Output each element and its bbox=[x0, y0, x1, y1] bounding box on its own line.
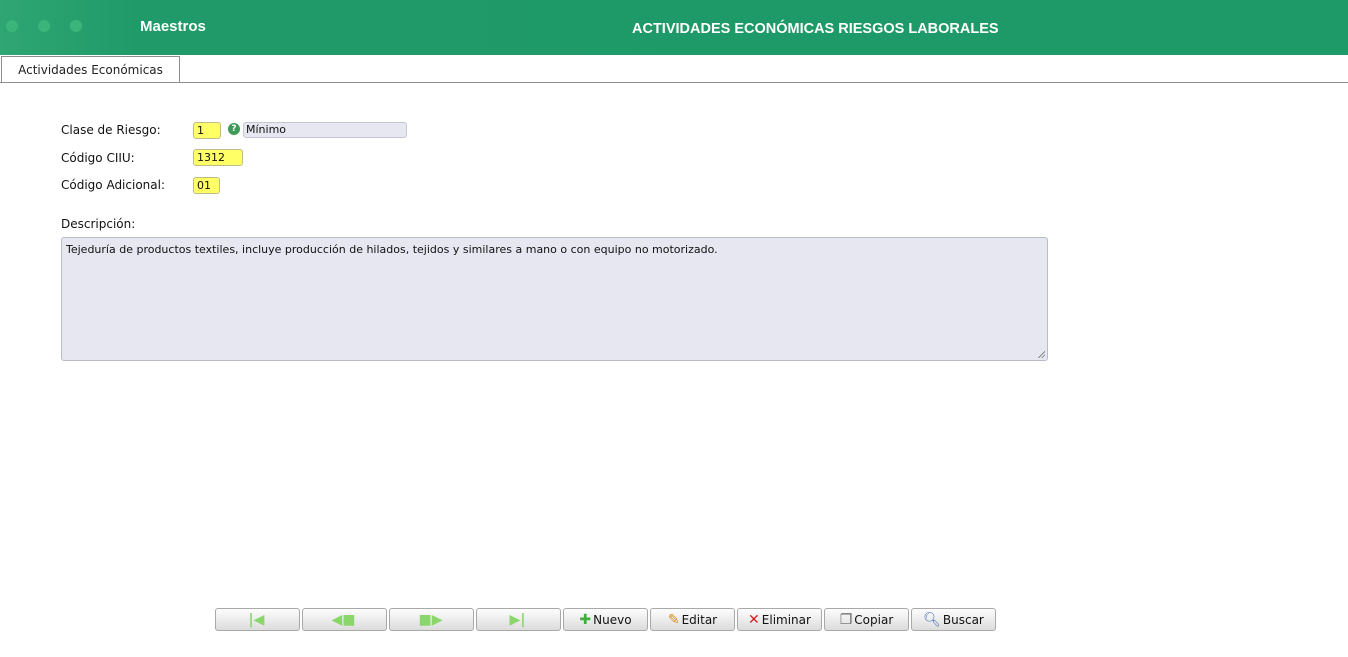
codigo-ciiu-input[interactable]: 1312 bbox=[193, 149, 243, 166]
module-title: Maestros bbox=[140, 18, 206, 35]
editar-label: Editar bbox=[681, 612, 718, 627]
help-icon[interactable]: ? bbox=[228, 123, 240, 135]
tab-divider bbox=[0, 82, 1348, 83]
descripcion-label: Descripción: bbox=[61, 217, 136, 231]
editar-button[interactable]: ✎ Editar bbox=[650, 608, 735, 631]
header-bar: Maestros ACTIVIDADES ECONÓMICAS RIESGOS … bbox=[0, 0, 1348, 55]
last-record-icon: ▶| bbox=[509, 611, 526, 628]
buscar-button[interactable]: 🔍︎ Buscar bbox=[911, 608, 996, 631]
previous-record-button[interactable]: ◀■ bbox=[302, 608, 387, 631]
nuevo-label: Nuevo bbox=[593, 612, 632, 627]
eliminar-label: Eliminar bbox=[761, 612, 811, 627]
codigo-adicional-label: Código Adicional: bbox=[61, 178, 166, 192]
descripcion-text: Tejeduría de productos textiles, incluye… bbox=[66, 243, 718, 256]
clase-riesgo-input[interactable]: 1 bbox=[193, 122, 221, 139]
copy-icon: ❐ bbox=[839, 611, 853, 628]
buscar-label: Buscar bbox=[942, 612, 984, 627]
delete-icon: ✕ bbox=[748, 611, 760, 628]
page-title: ACTIVIDADES ECONÓMICAS RIESGOS LABORALES bbox=[632, 21, 999, 37]
eliminar-button[interactable]: ✕ Eliminar bbox=[737, 608, 822, 631]
dot-icon bbox=[6, 20, 18, 32]
first-record-button[interactable]: |◀ bbox=[215, 608, 300, 631]
dot-icon bbox=[70, 20, 82, 32]
nuevo-button[interactable]: ✚ Nuevo bbox=[563, 608, 648, 631]
first-record-icon: |◀ bbox=[248, 611, 265, 628]
search-icon: 🔍︎ bbox=[923, 611, 941, 628]
last-record-button[interactable]: ▶| bbox=[476, 608, 561, 631]
descripcion-textarea[interactable]: Tejeduría de productos textiles, incluye… bbox=[61, 237, 1048, 361]
pencil-icon: ✎ bbox=[667, 611, 680, 628]
copiar-label: Copiar bbox=[854, 612, 894, 627]
resize-handle-icon[interactable] bbox=[1037, 350, 1045, 358]
codigo-adicional-input[interactable]: 01 bbox=[193, 177, 220, 194]
plus-icon: ✚ bbox=[579, 611, 592, 628]
arrow-left-icon: ◀■ bbox=[331, 611, 356, 628]
arrow-right-icon: ■▶ bbox=[418, 611, 443, 628]
dot-icon bbox=[38, 20, 50, 32]
window-dots bbox=[6, 20, 82, 32]
codigo-ciiu-label: Código CIIU: bbox=[61, 151, 135, 165]
tab-actividades-economicas[interactable]: Actividades Económicas bbox=[1, 56, 180, 83]
record-toolbar: |◀ ◀■ ■▶ ▶| ✚ Nuevo ✎ Editar ✕ Eliminar … bbox=[215, 608, 996, 631]
clase-riesgo-label: Clase de Riesgo: bbox=[61, 123, 161, 137]
copiar-button[interactable]: ❐ Copiar bbox=[824, 608, 909, 631]
next-record-button[interactable]: ■▶ bbox=[389, 608, 474, 631]
clase-riesgo-description: Mínimo bbox=[243, 122, 407, 138]
